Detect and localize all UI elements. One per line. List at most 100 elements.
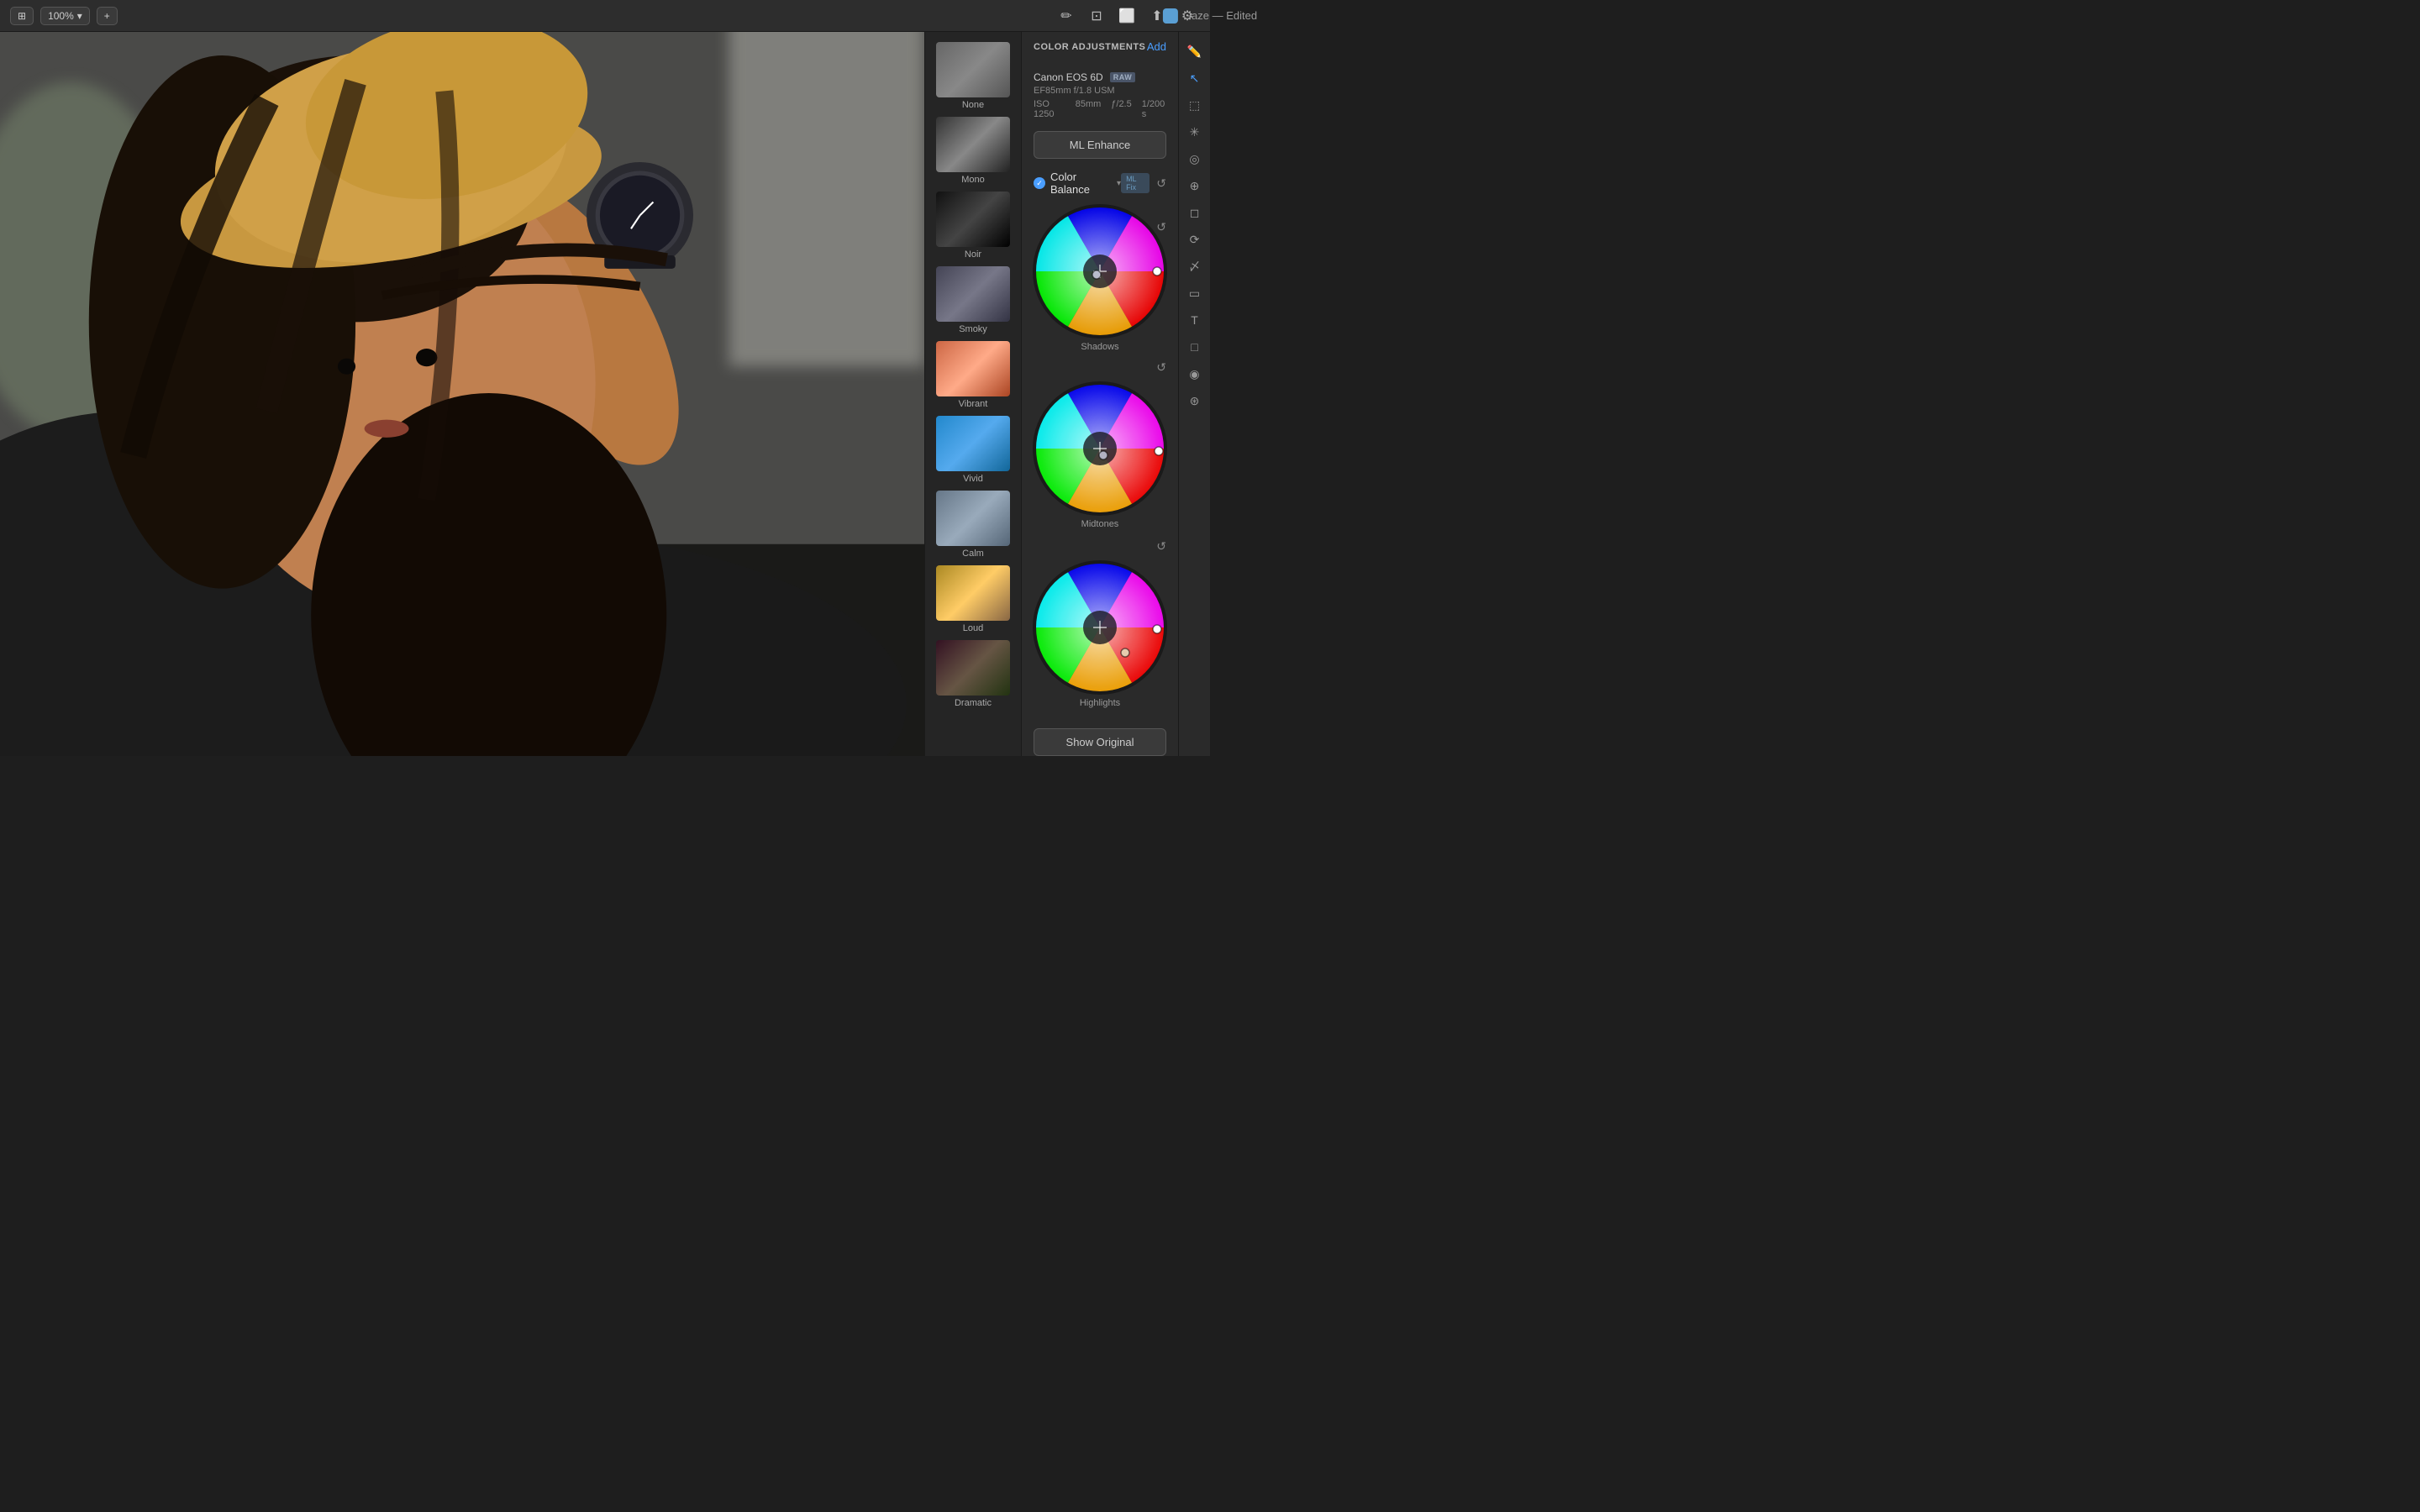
preset-label-mono: Mono	[961, 175, 985, 185]
preset-thumb-vivid	[936, 416, 1010, 471]
iso-value: ISO 1250	[1034, 99, 1065, 119]
preset-label-none: None	[962, 100, 984, 110]
highlights-color-wheel[interactable]	[1033, 560, 1167, 695]
preset-item-noir[interactable]: Noir	[931, 188, 1015, 263]
preset-label-calm: Calm	[962, 549, 984, 559]
preset-thumb-none	[936, 42, 1010, 97]
show-original-button[interactable]: Show Original	[1034, 728, 1166, 756]
zoom-value: 100%	[48, 10, 74, 22]
midtones-reset-row: ↺	[1022, 360, 1178, 378]
ml-fix-badge[interactable]: ML Fix	[1121, 173, 1150, 193]
filter-effect-tool[interactable]: ⊛	[1182, 388, 1207, 413]
add-adjustment-button[interactable]: Add	[1147, 40, 1166, 53]
section-title-row: ✓ Color Balance ▾	[1034, 171, 1121, 196]
preset-item-vibrant[interactable]: Vibrant	[931, 338, 1015, 412]
right-content: None Mono Noir Smoky	[925, 32, 1210, 756]
preset-thumb-calm	[936, 491, 1010, 546]
focal-value: 85mm	[1076, 99, 1102, 119]
photo-canvas	[0, 32, 924, 756]
reset-color-balance-icon[interactable]: ↺	[1156, 176, 1166, 191]
tool-strip: ✏️ ↖ ⬚ ✳ ◎ ⊕ ◻ ⟳ 〆 ▭ T □ ◉ ⊛	[1178, 32, 1210, 756]
text-tool[interactable]: T	[1182, 307, 1207, 333]
shape-tool[interactable]: □	[1182, 334, 1207, 360]
reset-midtones-icon[interactable]: ↺	[1156, 360, 1166, 375]
highlights-wheel-container: Highlights	[1022, 557, 1178, 715]
midtones-label: Midtones	[1081, 519, 1119, 529]
panel-title: COLOR ADJUSTMENTS	[1034, 42, 1145, 52]
preset-label-noir: Noir	[965, 249, 981, 260]
presets-list: None Mono Noir Smoky	[931, 39, 1015, 749]
draw-toolbar-btn[interactable]: ✏	[1054, 3, 1079, 29]
shadows-wheel-container: Shadows	[1022, 201, 1178, 359]
lens-info: EF85mm f/1.8 USM	[1034, 86, 1166, 96]
midtones-wheel-container: Midtones	[1022, 378, 1178, 536]
preset-thumb-vibrant	[936, 341, 1010, 396]
panel-header: COLOR ADJUSTMENTS Add	[1022, 32, 1178, 60]
highlights-reset-row: ↺	[1022, 536, 1178, 557]
section-enabled-toggle[interactable]: ✓	[1034, 177, 1045, 189]
preset-item-loud[interactable]: Loud	[931, 562, 1015, 637]
clone-stamp-tool[interactable]: ⟳	[1182, 227, 1207, 252]
titlebar-center: Gaze — Edited	[1163, 8, 1257, 24]
frame-toolbar-btn[interactable]: ⬜	[1114, 3, 1139, 29]
shadows-label: Shadows	[1081, 342, 1118, 352]
preset-thumb-smoky	[936, 266, 1010, 322]
photo-image	[0, 32, 924, 756]
preset-item-calm[interactable]: Calm	[931, 487, 1015, 562]
color-balance-section: ✓ Color Balance ▾ ML Fix ↺	[1022, 165, 1178, 715]
ml-enhance-button[interactable]: ML Enhance	[1034, 131, 1166, 159]
add-label: +	[104, 10, 110, 22]
mask-tool[interactable]: ◉	[1182, 361, 1207, 386]
bottom-buttons: Show Original Reset Adjustments	[1022, 722, 1178, 756]
adjustments-panel: COLOR ADJUSTMENTS Add	[1022, 32, 1178, 756]
highlights-wheel-wrapper[interactable]	[1033, 560, 1167, 695]
preset-label-vibrant: Vibrant	[959, 399, 988, 409]
app-icon	[1163, 8, 1178, 24]
shadows-wheel-wrapper[interactable]	[1033, 204, 1167, 339]
section-actions: ML Fix ↺	[1121, 173, 1166, 193]
preset-item-dramatic[interactable]: Dramatic	[931, 637, 1015, 711]
preset-item-vivid[interactable]: Vivid	[931, 412, 1015, 487]
camera-info: Canon EOS 6D RAW EF85mm f/1.8 USM ISO 12…	[1022, 66, 1178, 124]
preset-thumb-mono	[936, 117, 1010, 172]
titlebar: ⊞ 100% ▾ + Gaze — Edited ✏ ⊡ ⬜ ⬆ ⚙	[0, 0, 1210, 32]
camera-model: Canon EOS 6D	[1034, 71, 1103, 83]
heal-tool[interactable]: ⊕	[1182, 173, 1207, 198]
gradient-adjust-tool[interactable]: ▭	[1182, 281, 1207, 306]
shadows-color-wheel[interactable]	[1033, 204, 1167, 339]
raw-badge: RAW	[1110, 72, 1136, 82]
preset-thumb-noir	[936, 192, 1010, 247]
eraser-tool[interactable]: ◻	[1182, 200, 1207, 225]
photo-area	[0, 32, 924, 756]
brush-adjust-tool[interactable]: 〆	[1182, 254, 1207, 279]
section-header-color-balance: ✓ Color Balance ▾ ML Fix ↺	[1022, 165, 1178, 201]
magic-select-tool[interactable]: ✳	[1182, 119, 1207, 144]
spot-removal-tool[interactable]: ◎	[1182, 146, 1207, 171]
reset-shadows-icon[interactable]: ↺	[1156, 220, 1166, 234]
main-area: None Mono Noir Smoky	[0, 32, 1210, 756]
preset-thumb-loud	[936, 565, 1010, 621]
preset-item-mono[interactable]: Mono	[931, 113, 1015, 188]
reset-highlights-icon[interactable]: ↺	[1156, 539, 1166, 554]
retouching-tool[interactable]: ✏️	[1182, 39, 1207, 64]
sidebar-toggle[interactable]: ⊞	[10, 7, 34, 25]
preset-item-smoky[interactable]: Smoky	[931, 263, 1015, 338]
highlights-label: Highlights	[1080, 698, 1120, 708]
zoom-chevron-icon: ▾	[77, 10, 82, 22]
sidebar-icon: ⊞	[18, 10, 26, 22]
app-title: Gaze — Edited	[1183, 9, 1257, 22]
midtones-wheel-wrapper[interactable]	[1033, 381, 1167, 516]
titlebar-left: ⊞ 100% ▾ +	[10, 7, 118, 25]
zoom-selector[interactable]: 100% ▾	[40, 7, 90, 25]
camera-model-row: Canon EOS 6D RAW	[1034, 71, 1166, 83]
preset-item-none[interactable]: None	[931, 39, 1015, 113]
add-button[interactable]: +	[97, 7, 118, 25]
midtones-color-wheel[interactable]	[1033, 381, 1167, 516]
cursor-tool[interactable]: ↖	[1182, 66, 1207, 91]
preset-label-vivid: Vivid	[963, 474, 983, 484]
exif-row: ISO 1250 85mm ƒ/2.5 1/200 s	[1034, 99, 1166, 119]
shutter-value: 1/200 s	[1142, 99, 1166, 119]
crop-toolbar-btn[interactable]: ⊡	[1084, 3, 1109, 29]
presets-strip: None Mono Noir Smoky	[925, 32, 1022, 756]
selection-tool[interactable]: ⬚	[1182, 92, 1207, 118]
